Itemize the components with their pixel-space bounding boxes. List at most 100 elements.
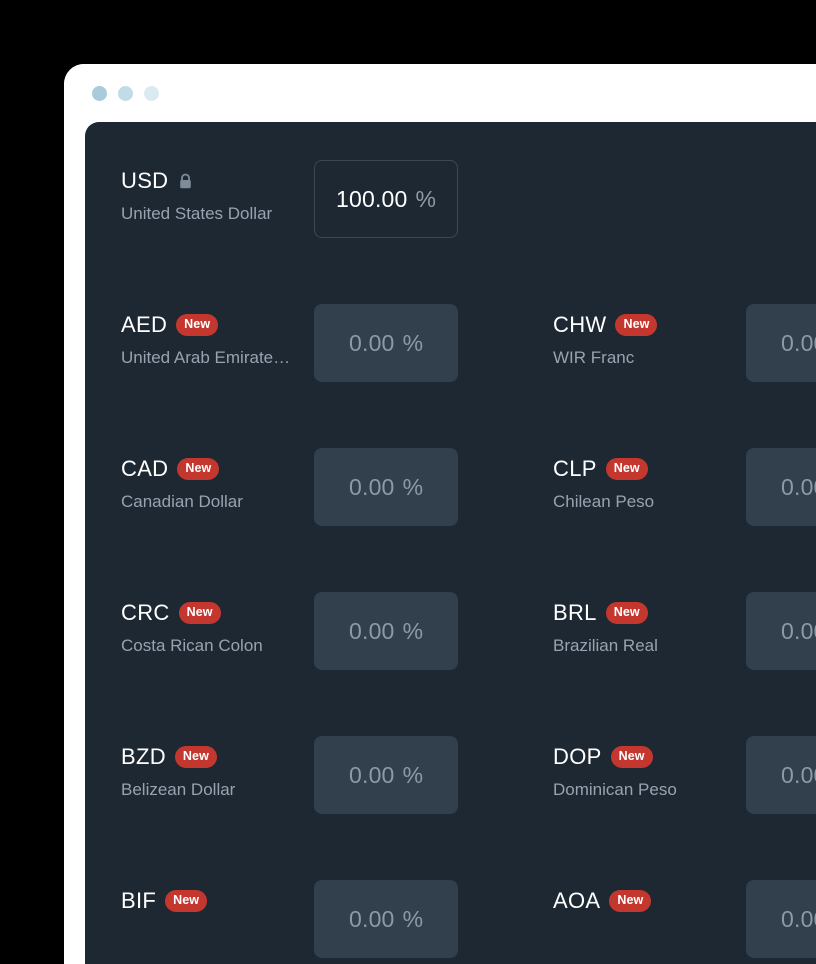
currency-code: BIF — [121, 888, 157, 913]
currency-code-line: BIF New — [121, 888, 314, 914]
currency-cell-usd: USD United States Dollar 100.00 % — [85, 160, 518, 238]
currency-name: Canadian Dollar — [121, 492, 243, 511]
currency-code-line: DOP New — [553, 744, 746, 770]
rate-input-crc[interactable]: 0.00 % — [314, 592, 458, 670]
window-dot-maximize[interactable] — [144, 85, 159, 101]
currency-code: CLP — [553, 456, 597, 481]
rate-value: 0.00 — [348, 761, 395, 788]
currency-label-clp: CLP New Chilean Peso — [553, 448, 746, 513]
rate-input-brl[interactable]: 0.00 % — [746, 592, 816, 670]
currency-code: CAD — [121, 456, 169, 481]
lock-icon — [177, 172, 193, 190]
percent-symbol: % — [402, 473, 424, 500]
currency-cell-brl: BRL New Brazilian Real 0.00 % — [518, 592, 816, 670]
currency-name: Belizean Dollar — [121, 780, 236, 799]
currency-label-bif: BIF New — [121, 880, 314, 923]
currency-code-line: USD — [121, 168, 314, 194]
new-badge: New — [609, 890, 652, 912]
window-titlebar — [64, 64, 816, 122]
currency-code: USD — [121, 168, 169, 193]
rate-input-clp[interactable]: 0.00 % — [746, 448, 816, 526]
rate-input-aoa[interactable]: 0.00 % — [746, 880, 816, 958]
currency-cell-chw: CHW New WIR Franc 0.00 % — [518, 304, 816, 382]
currency-row: BIF New 0.00 % AOA New 0.0 — [85, 880, 816, 964]
rate-value: 0.00 — [348, 329, 395, 356]
currency-cell-bif: BIF New 0.00 % — [85, 880, 518, 958]
rate-value: 0.00 — [780, 473, 816, 500]
rate-input-aed[interactable]: 0.00 % — [314, 304, 458, 382]
currency-label-usd: USD United States Dollar — [121, 160, 314, 225]
currency-row: CRC New Costa Rican Colon 0.00 % BRL New… — [85, 592, 816, 736]
currency-code: AOA — [553, 888, 601, 913]
currency-cell-aed: AED New United Arab Emirate… 0.00 % — [85, 304, 518, 382]
browser-window: USD United States Dollar 100.00 % AED Ne… — [64, 64, 816, 964]
currency-name: Costa Rican Colon — [121, 636, 263, 655]
currency-code: BRL — [553, 600, 597, 625]
currency-label-dop: DOP New Dominican Peso — [553, 736, 746, 801]
currency-label-aoa: AOA New — [553, 880, 746, 923]
window-dot-minimize[interactable] — [118, 85, 133, 101]
currency-label-bzd: BZD New Belizean Dollar — [121, 736, 314, 801]
currency-code-line: CHW New — [553, 312, 746, 338]
new-badge: New — [615, 314, 658, 336]
rate-value: 0.00 — [780, 617, 816, 644]
percent-symbol: % — [402, 905, 424, 932]
currency-code-line: CRC New — [121, 600, 314, 626]
currency-name: Dominican Peso — [553, 780, 677, 799]
currency-label-chw: CHW New WIR Franc — [553, 304, 746, 369]
currency-code: BZD — [121, 744, 166, 769]
currency-label-cad: CAD New Canadian Dollar — [121, 448, 314, 513]
currency-cell-crc: CRC New Costa Rican Colon 0.00 % — [85, 592, 518, 670]
currency-name: Brazilian Real — [553, 636, 658, 655]
rate-value: 0.00 — [348, 905, 395, 932]
currency-name: United States Dollar — [121, 204, 273, 223]
rate-input-dop[interactable]: 0.00 % — [746, 736, 816, 814]
currency-code: DOP — [553, 744, 602, 769]
currency-label-aed: AED New United Arab Emirate… — [121, 304, 314, 369]
new-badge: New — [610, 746, 653, 768]
new-badge: New — [165, 890, 208, 912]
currency-label-crc: CRC New Costa Rican Colon — [121, 592, 314, 657]
new-badge: New — [177, 458, 220, 480]
rate-input-cad[interactable]: 0.00 % — [314, 448, 458, 526]
currency-cell-dop: DOP New Dominican Peso 0.00 % — [518, 736, 816, 814]
currency-code-line: BZD New — [121, 744, 314, 770]
currency-label-brl: BRL New Brazilian Real — [553, 592, 746, 657]
currency-code: AED — [121, 312, 168, 337]
currency-row-base: USD United States Dollar 100.00 % — [85, 160, 816, 304]
percent-symbol: % — [415, 185, 436, 212]
rate-value: 0.00 — [348, 617, 395, 644]
rate-input-usd[interactable]: 100.00 % — [314, 160, 458, 238]
currency-cell-bzd: BZD New Belizean Dollar 0.00 % — [85, 736, 518, 814]
rate-value: 0.00 — [348, 473, 395, 500]
currency-name: WIR Franc — [553, 348, 635, 367]
currency-code: CRC — [121, 600, 170, 625]
currency-code: CHW — [553, 312, 607, 337]
currency-code-line: AED New — [121, 312, 314, 338]
currency-code-line: BRL New — [553, 600, 746, 626]
new-badge: New — [605, 458, 648, 480]
new-badge: New — [174, 746, 217, 768]
currency-name: Chilean Peso — [553, 492, 655, 511]
rate-input-chw[interactable]: 0.00 % — [746, 304, 816, 382]
currency-row: BZD New Belizean Dollar 0.00 % DOP New D… — [85, 736, 816, 880]
rate-value: 100.00 — [335, 185, 408, 212]
currency-code-line: CAD New — [121, 456, 314, 482]
percent-symbol: % — [402, 617, 424, 644]
rate-input-bzd[interactable]: 0.00 % — [314, 736, 458, 814]
new-badge: New — [178, 602, 221, 624]
currency-cell-clp: CLP New Chilean Peso 0.00 % — [518, 448, 816, 526]
rate-value: 0.00 — [780, 761, 816, 788]
currency-code-line: CLP New — [553, 456, 746, 482]
currency-cell-cad: CAD New Canadian Dollar 0.00 % — [85, 448, 518, 526]
currency-row: AED New United Arab Emirate… 0.00 % CHW — [85, 304, 816, 448]
percent-symbol: % — [402, 329, 424, 356]
window-dot-close[interactable] — [92, 85, 107, 101]
new-badge: New — [605, 602, 648, 624]
rate-value: 0.00 — [780, 905, 816, 932]
percent-symbol: % — [402, 761, 424, 788]
rate-input-bif[interactable]: 0.00 % — [314, 880, 458, 958]
currency-code-line: AOA New — [553, 888, 746, 914]
app-surface: USD United States Dollar 100.00 % AED Ne… — [85, 122, 816, 964]
currency-name: United Arab Emirate… — [121, 348, 291, 367]
